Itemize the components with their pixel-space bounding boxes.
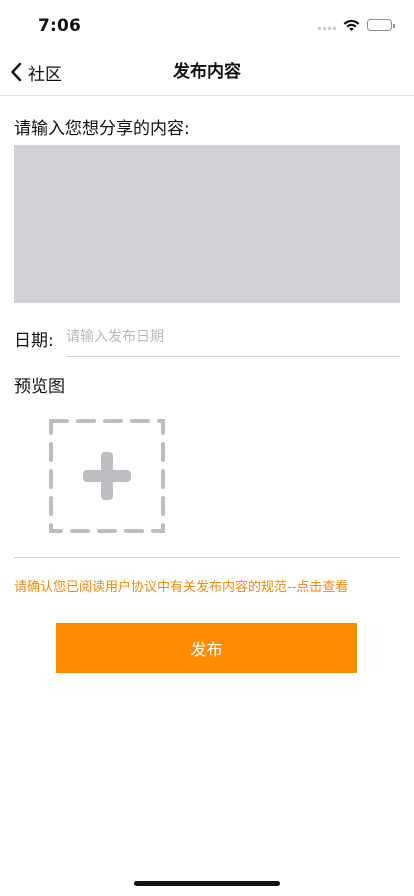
status-icons [318, 17, 395, 33]
back-label: 社区 [28, 64, 62, 85]
content-textarea[interactable] [14, 145, 400, 303]
cellular-signal-icon [318, 20, 336, 30]
publish-content-screen: 7:06 社区 发布内容 请输入您想分享的内容: 日期: 请输入发布日期 预览图… [0, 0, 414, 896]
content-label: 请输入您想分享的内容: [14, 119, 190, 139]
battery-icon [367, 19, 395, 31]
preview-label: 预览图 [14, 377, 65, 397]
date-row: 日期: [14, 318, 400, 358]
wifi-icon [343, 19, 360, 31]
navigation-bar: 社区 发布内容 [0, 48, 414, 96]
status-bar: 7:06 [0, 0, 414, 48]
publish-button[interactable]: 发布 [56, 623, 357, 673]
divider [14, 557, 400, 558]
back-button[interactable]: 社区 [10, 48, 62, 96]
date-input[interactable] [66, 318, 400, 357]
chevron-left-icon [10, 62, 22, 82]
page-title: 发布内容 [173, 62, 241, 82]
add-image-button[interactable] [48, 418, 166, 534]
status-time: 7:06 [38, 16, 82, 36]
user-agreement-link[interactable]: 请确认您已阅读用户协议中有关发布内容的规范--点击查看 [14, 576, 348, 595]
home-indicator [134, 881, 280, 886]
date-label: 日期: [14, 331, 54, 351]
dashed-plus-icon [49, 419, 165, 533]
